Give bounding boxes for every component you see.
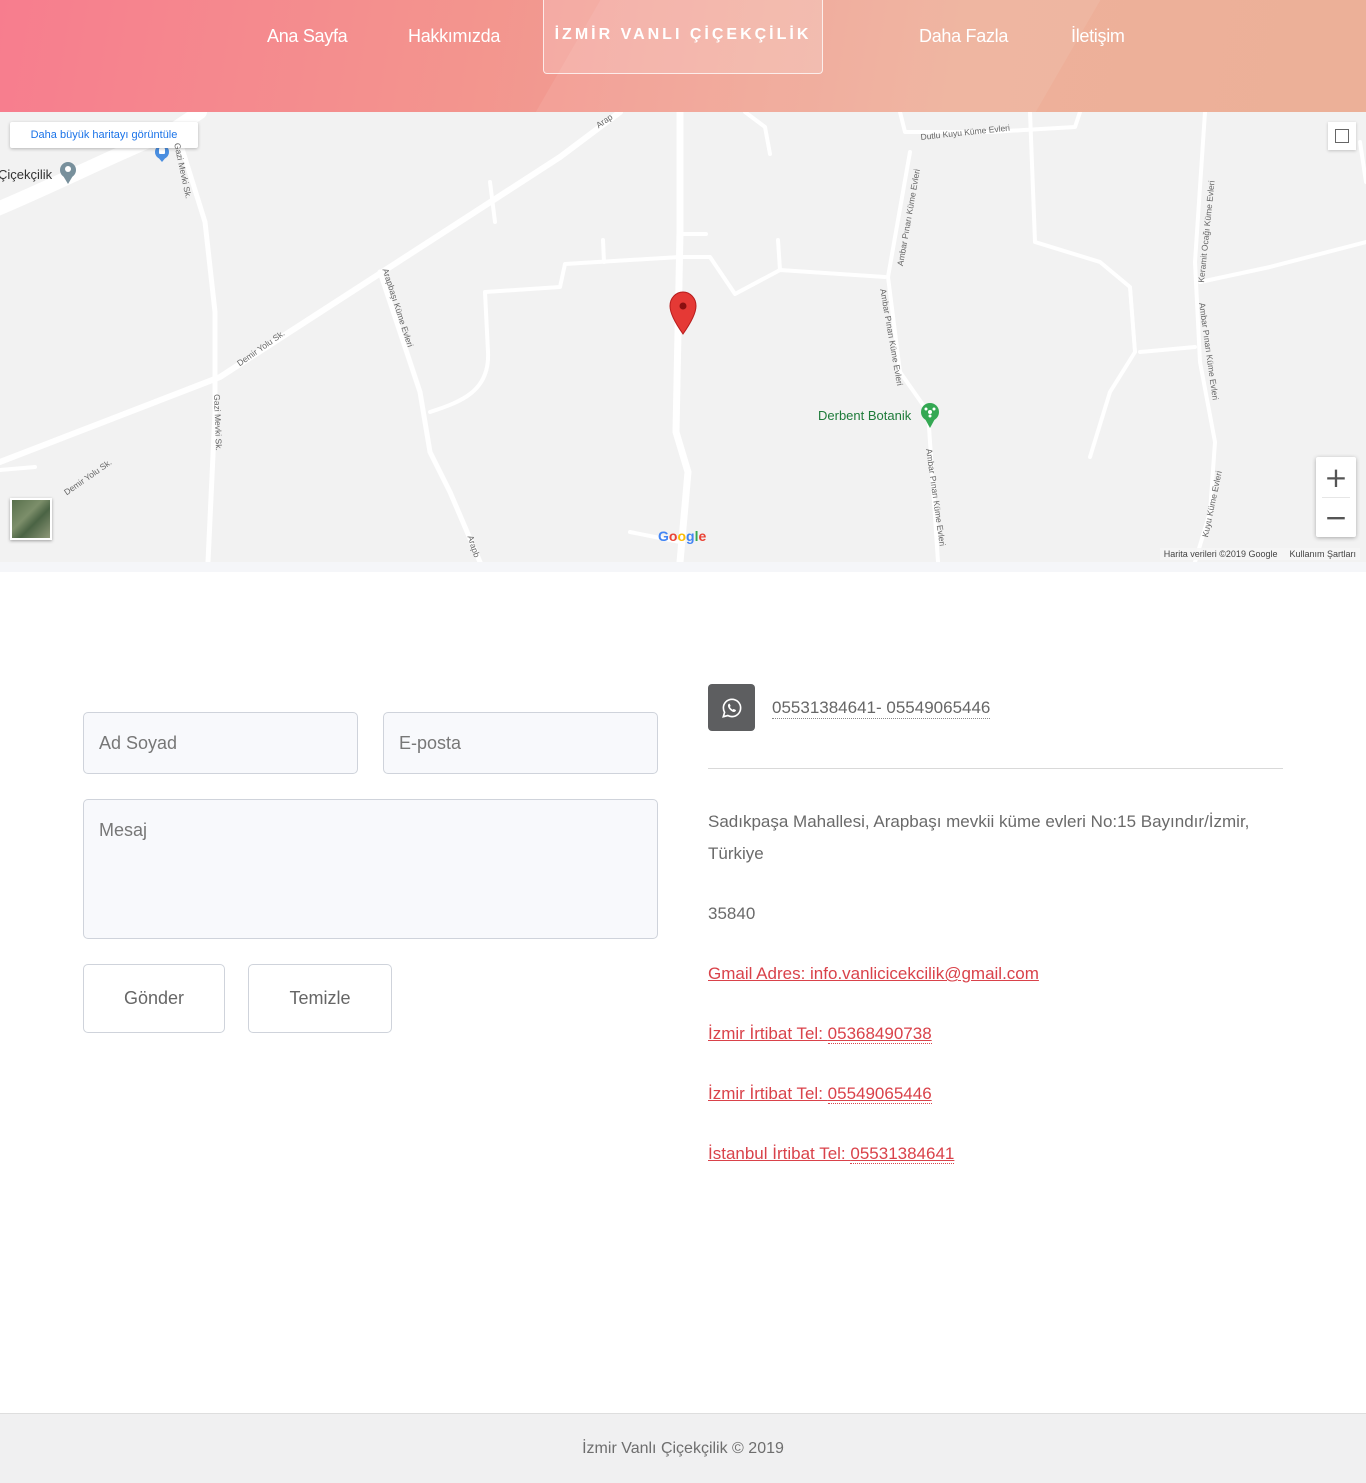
map-attribution: Harita verileri ©2019 Google Kullanım Şar…	[1159, 548, 1360, 560]
nav-item-more[interactable]: Daha Fazla	[919, 26, 1008, 47]
zoom-in-button[interactable]: +	[1316, 457, 1356, 497]
fullscreen-icon	[1335, 129, 1349, 143]
message-textarea[interactable]	[83, 799, 658, 939]
istanbul-phone-link[interactable]: İstanbul İrtibat Tel: 05531384641	[708, 1142, 955, 1166]
footer-copyright: İzmir Vanlı Çiçekçilik © 2019	[582, 1440, 784, 1457]
zoom-out-button[interactable]: −	[1316, 497, 1356, 537]
izmir-phone-link-1[interactable]: İzmir İrtibat Tel: 05368490738	[708, 1022, 932, 1046]
map-place-florist[interactable]: Çiçekçilik	[0, 167, 52, 182]
whatsapp-numbers[interactable]: 05531384641- 05549065446	[772, 698, 991, 719]
botanic-place-icon[interactable]	[921, 403, 939, 428]
izmir-phone-label-1: İzmir İrtibat Tel:	[708, 1024, 828, 1043]
map-bottom-strip	[0, 562, 1366, 572]
email-input[interactable]	[383, 712, 658, 774]
site-footer: İzmir Vanlı Çiçekçilik © 2019	[0, 1413, 1366, 1483]
map-terms-link[interactable]: Kullanım Şartları	[1289, 549, 1356, 559]
submit-button[interactable]: Gönder	[83, 964, 225, 1033]
whatsapp-glyph	[721, 697, 741, 718]
map-roads	[0, 112, 1366, 562]
street-label: Gazi Mevki Sk.	[212, 394, 224, 452]
istanbul-phone-number[interactable]: 05531384641	[850, 1144, 955, 1164]
map-location-marker[interactable]	[669, 291, 697, 335]
izmir-phone-link-2[interactable]: İzmir İrtibat Tel: 05549065446	[708, 1082, 932, 1106]
whatsapp-icon[interactable]	[708, 684, 755, 731]
satellite-toggle-button[interactable]	[10, 498, 52, 540]
brand-logo[interactable]: İZMİR VANLI ÇİÇEKÇİLİK	[543, 0, 823, 74]
nav-item-home[interactable]: Ana Sayfa	[267, 26, 348, 47]
contact-divider	[708, 768, 1283, 769]
name-input[interactable]	[83, 712, 358, 774]
postal-code: 35840	[708, 904, 756, 923]
zoom-divider	[1322, 497, 1350, 498]
site-header: Ana Sayfa Hakkımızda İZMİR VANLI ÇİÇEKÇİ…	[0, 0, 1366, 112]
istanbul-phone-label: İstanbul İrtibat Tel:	[708, 1144, 851, 1163]
address-line-2: Türkiye	[708, 844, 764, 863]
izmir-phone-number-2[interactable]: 05549065446	[827, 1084, 932, 1104]
map-place-botanic[interactable]: Derbent Botanik	[818, 408, 911, 423]
reset-button[interactable]: Temizle	[248, 964, 392, 1033]
nav-item-contact[interactable]: İletişim	[1071, 26, 1125, 47]
view-larger-map-link[interactable]: Daha büyük haritayı görüntüle	[10, 122, 198, 148]
fullscreen-button[interactable]	[1328, 122, 1356, 150]
google-map[interactable]: Daha büyük haritayı görüntüle Çiçekçilik…	[0, 112, 1366, 562]
gmail-link[interactable]: Gmail Adres: info.vanlicicekcilik@gmail.…	[708, 962, 1039, 986]
map-data-credit: Harita verileri ©2019 Google	[1163, 549, 1278, 559]
izmir-phone-label-2: İzmir İrtibat Tel:	[708, 1084, 828, 1103]
nav-item-about[interactable]: Hakkımızda	[408, 26, 500, 47]
google-logo: Google	[658, 528, 707, 544]
address-line-1: Sadıkpaşa Mahallesi, Arapbaşı mevkii küm…	[708, 812, 1250, 831]
izmir-phone-number-1[interactable]: 05368490738	[827, 1024, 932, 1044]
map-zoom-control: + −	[1316, 457, 1356, 537]
brand-title: İZMİR VANLI ÇİÇEKÇİLİK	[554, 25, 812, 43]
